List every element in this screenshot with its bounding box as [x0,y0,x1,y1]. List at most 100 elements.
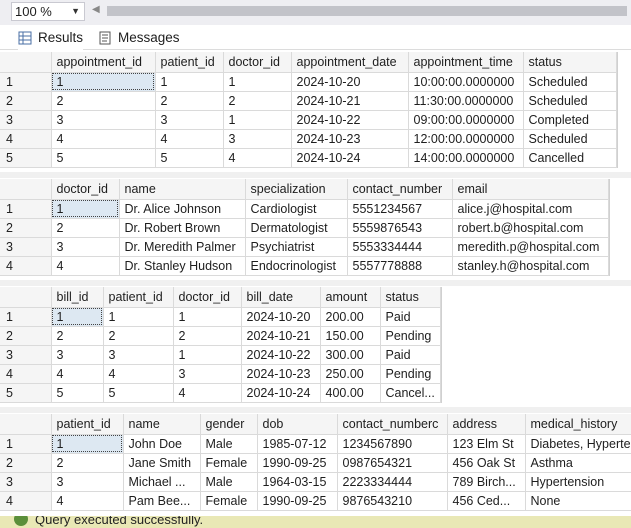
table-cell[interactable]: Female [200,491,258,511]
row-number[interactable]: 5 [0,383,52,403]
row-number[interactable]: 3 [0,472,52,492]
grid-splitter[interactable] [0,280,631,286]
table-cell[interactable]: 456 Ced... [447,491,526,511]
table-cell[interactable]: Endocrinologist [245,256,348,276]
table-cell[interactable]: 11:30:00.0000000 [408,91,524,111]
row-number[interactable]: 3 [0,345,52,365]
table-cell[interactable]: 200.00 [320,307,381,327]
table-cell[interactable]: Completed [523,110,617,130]
table-cell[interactable]: 1 [51,72,156,92]
row-number[interactable]: 1 [0,434,52,454]
table-cell[interactable]: Pam Bee... [123,491,201,511]
table-cell[interactable]: 5 [103,383,174,403]
tab-messages[interactable]: Messages [98,25,180,50]
table-cell[interactable]: 4 [173,383,242,403]
column-header[interactable]: amount [320,287,381,308]
table-cell[interactable]: Cancelled [523,148,617,168]
tab-results[interactable]: Results [18,25,84,50]
column-header[interactable]: appointment_time [408,52,524,73]
table-cell[interactable]: 2223334444 [337,472,448,492]
table-cell[interactable]: 300.00 [320,345,381,365]
table-cell[interactable]: Jane Smith [123,453,201,473]
column-header[interactable]: doctor_id [223,52,292,73]
row-number[interactable]: 3 [0,237,52,257]
table-cell[interactable]: 5 [51,383,104,403]
table-cell[interactable]: 4 [103,364,174,384]
table-cell[interactable]: 123 Elm St [447,434,526,454]
column-header[interactable]: contact_numberc [337,414,448,435]
table-cell[interactable]: 0987654321 [337,453,448,473]
table-cell[interactable]: Scheduled [523,91,617,111]
table-cell[interactable]: 5 [155,148,224,168]
table-cell[interactable]: 1234567890 [337,434,448,454]
grid-splitter[interactable] [0,172,631,178]
table-cell[interactable]: Female [200,453,258,473]
table-cell[interactable]: robert.b@hospital.com [452,218,609,238]
table-cell[interactable]: 2024-10-22 [291,110,409,130]
row-number[interactable]: 2 [0,326,52,346]
column-header[interactable]: contact_number [347,179,453,200]
table-cell[interactable]: Scheduled [523,129,617,149]
column-header[interactable]: appointment_date [291,52,409,73]
table-cell[interactable]: 4 [155,129,224,149]
table-cell[interactable]: 456 Oak St [447,453,526,473]
table-cell[interactable]: 1990-09-25 [257,453,338,473]
table-cell[interactable]: 5557778888 [347,256,453,276]
table-cell[interactable]: Dr. Stanley Hudson [119,256,246,276]
column-header[interactable]: doctor_id [51,179,120,200]
table-cell[interactable]: Diabetes, Hyperte [525,434,631,454]
row-number[interactable]: 1 [0,307,52,327]
row-number[interactable]: 2 [0,91,52,111]
column-header[interactable]: appointment_id [51,52,156,73]
table-cell[interactable]: Dr. Meredith Palmer [119,237,246,257]
table-cell[interactable]: 2 [51,218,120,238]
column-header[interactable]: address [447,414,526,435]
column-header[interactable]: gender [200,414,258,435]
table-cell[interactable]: 3 [51,110,156,130]
table-cell[interactable]: 2 [51,91,156,111]
table-cell[interactable]: 1985-07-12 [257,434,338,454]
table-cell[interactable]: 2 [223,91,292,111]
table-cell[interactable]: 2 [103,326,174,346]
column-header[interactable]: name [119,179,246,200]
table-cell[interactable]: 2 [51,326,104,346]
table-cell[interactable]: Paid [380,345,441,365]
column-header[interactable]: status [523,52,617,73]
column-header[interactable]: patient_id [155,52,224,73]
table-cell[interactable]: 400.00 [320,383,381,403]
row-number[interactable]: 4 [0,491,52,511]
table-cell[interactable]: 2 [51,453,124,473]
row-number[interactable]: 4 [0,364,52,384]
table-cell[interactable]: 1990-09-25 [257,491,338,511]
table-cell[interactable]: Hypertension [525,472,631,492]
table-cell[interactable]: 5551234567 [347,199,453,219]
table-cell[interactable]: 4 [223,148,292,168]
column-header[interactable]: status [380,287,441,308]
table-cell[interactable]: 3 [51,345,104,365]
table-cell[interactable]: 1 [103,307,174,327]
table-cell[interactable]: Pending [380,364,441,384]
row-number[interactable]: 3 [0,110,52,130]
column-header[interactable]: dob [257,414,338,435]
table-cell[interactable]: 250.00 [320,364,381,384]
table-cell[interactable]: Scheduled [523,72,617,92]
table-cell[interactable]: Cardiologist [245,199,348,219]
table-cell[interactable]: 14:00:00.0000000 [408,148,524,168]
table-cell[interactable]: 12:00:00.0000000 [408,129,524,149]
table-cell[interactable]: 5559876543 [347,218,453,238]
row-number[interactable]: 2 [0,453,52,473]
table-cell[interactable]: 3 [155,110,224,130]
table-cell[interactable]: 2024-10-24 [291,148,409,168]
column-header[interactable]: patient_id [103,287,174,308]
table-cell[interactable]: 2024-10-21 [241,326,321,346]
table-cell[interactable]: 3 [103,345,174,365]
table-cell[interactable]: 3 [51,237,120,257]
table-cell[interactable]: 2024-10-21 [291,91,409,111]
table-cell[interactable]: 4 [51,129,156,149]
table-cell[interactable]: 5 [51,148,156,168]
row-number[interactable]: 5 [0,148,52,168]
table-cell[interactable]: 2024-10-23 [291,129,409,149]
table-cell[interactable]: 150.00 [320,326,381,346]
table-cell[interactable]: Dermatologist [245,218,348,238]
table-cell[interactable]: 1 [223,110,292,130]
